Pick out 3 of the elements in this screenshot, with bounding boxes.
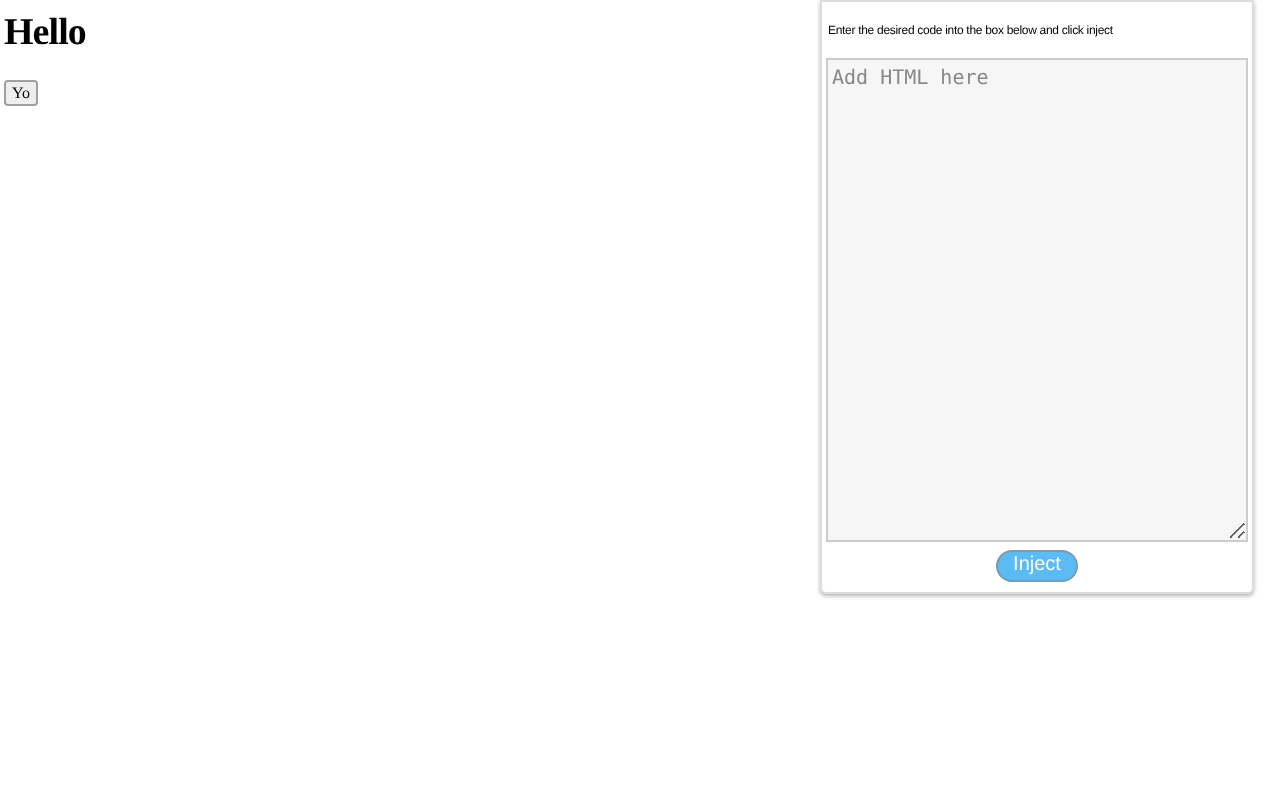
page-heading: Hello	[4, 14, 86, 52]
html-input-field[interactable]: Add HTML here	[826, 58, 1248, 542]
yo-button[interactable]: Yo	[4, 80, 38, 106]
